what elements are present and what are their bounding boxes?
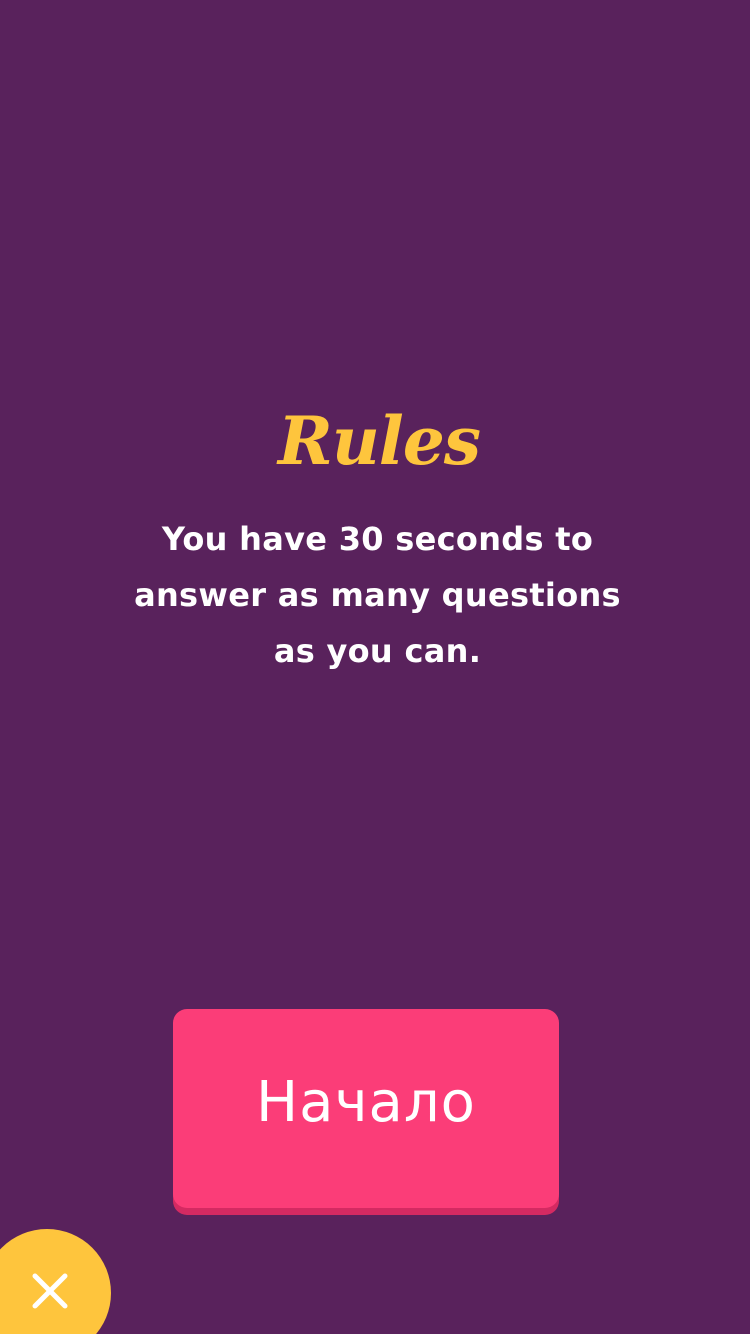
rules-description: You have 30 seconds to answer as many qu… xyxy=(134,520,621,670)
start-button-label: Начало xyxy=(256,1070,476,1135)
close-button[interactable] xyxy=(0,1229,111,1334)
start-button[interactable]: Начало xyxy=(173,1009,559,1208)
close-icon xyxy=(32,1273,68,1309)
rules-title: Rules xyxy=(277,402,481,480)
